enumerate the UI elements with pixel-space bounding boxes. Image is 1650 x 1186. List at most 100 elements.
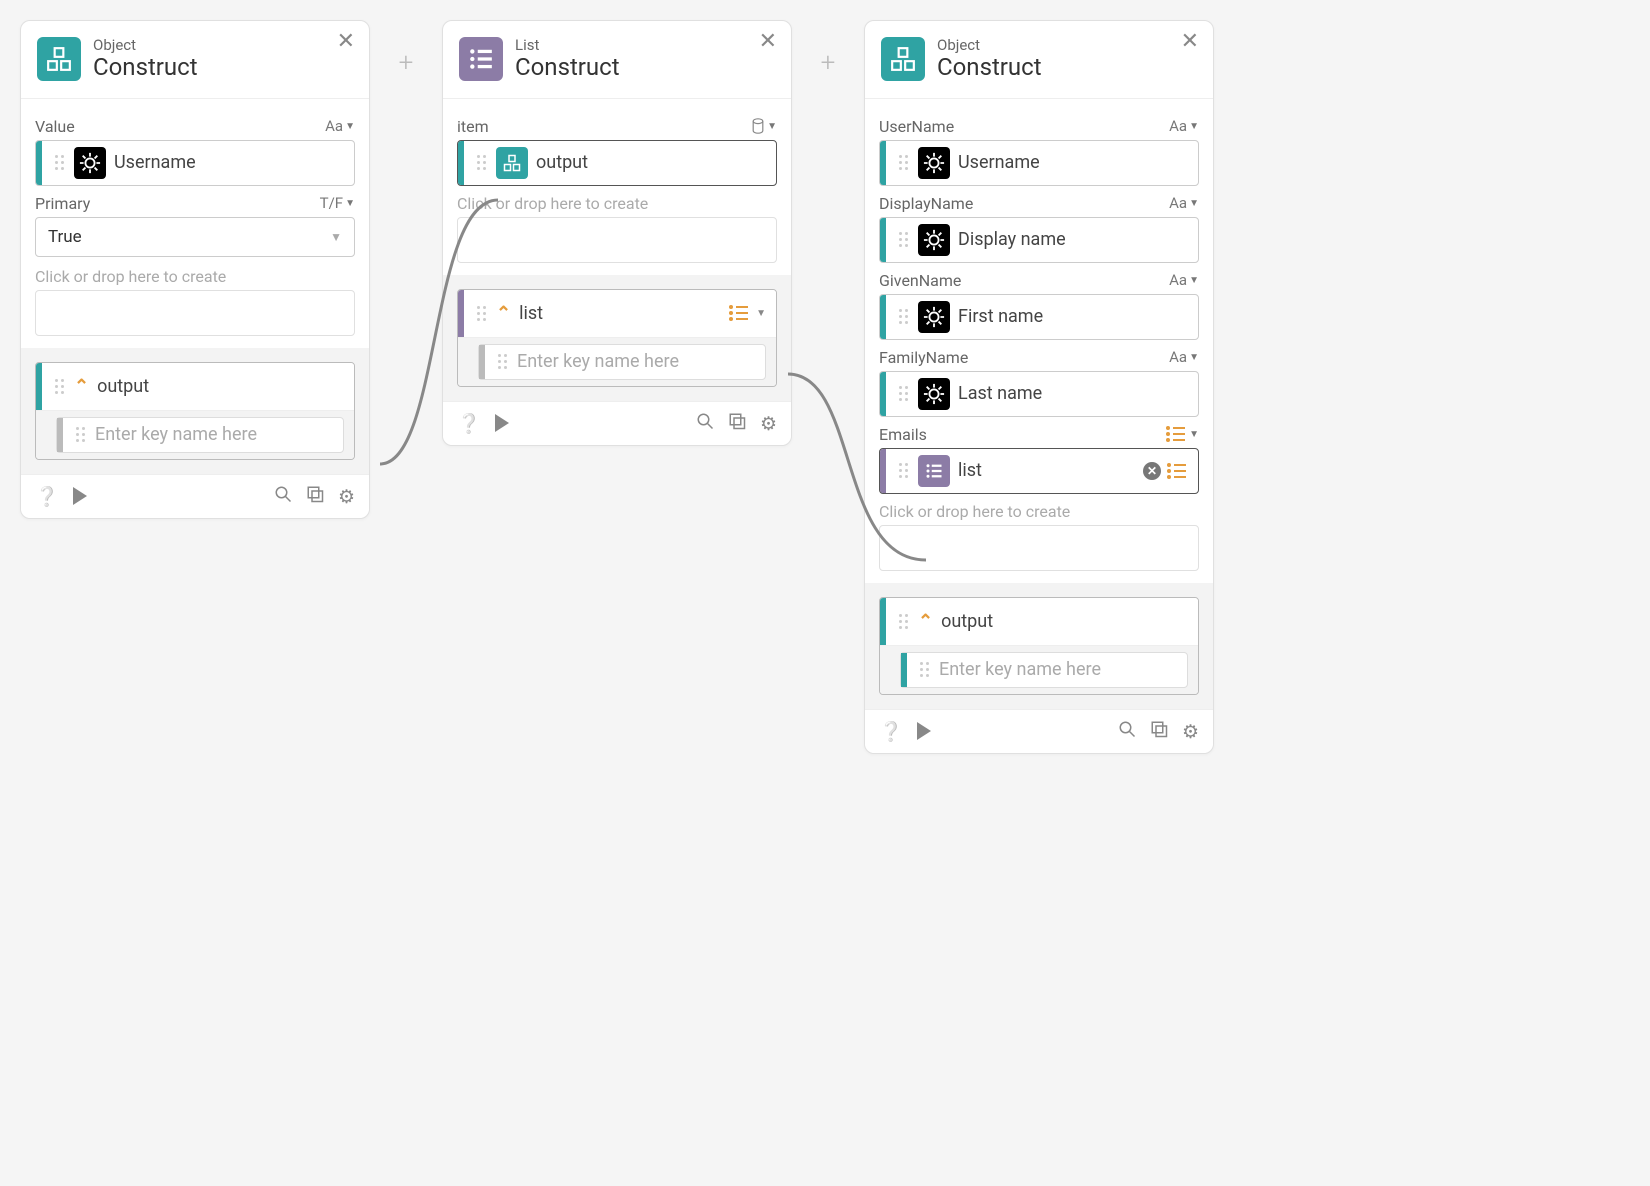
gear-spinner-icon (74, 147, 106, 179)
card-footer: ❔ ⚙ (21, 474, 369, 518)
field-type-badge[interactable]: Aa▼ (1169, 348, 1199, 366)
field-label: Emails (879, 425, 927, 444)
drag-handle-icon[interactable] (892, 295, 914, 339)
field-type-badge[interactable]: Aa▼ (325, 117, 355, 135)
card-object-construct-2: Object Construct ✕ UserName Aa▼ Username… (864, 20, 1214, 754)
drag-handle-icon[interactable] (48, 141, 70, 185)
help-icon[interactable]: ❔ (879, 720, 903, 743)
value-pill[interactable]: Username (35, 140, 355, 186)
help-icon[interactable]: ❔ (35, 485, 59, 508)
key-name-input[interactable]: Enter key name here (56, 417, 344, 453)
gear-spinner-icon (918, 378, 950, 410)
play-icon[interactable] (495, 414, 509, 432)
remove-icon[interactable]: ✕ (1143, 462, 1161, 480)
card-type-label: List (515, 37, 620, 54)
chevron-up-icon[interactable]: ⌃ (496, 303, 511, 324)
add-card-icon[interactable]: + (399, 48, 414, 78)
field-label: UserName (879, 117, 954, 136)
drag-handle-icon[interactable] (892, 598, 914, 645)
list-icon (459, 37, 503, 81)
card-footer: ❔ ⚙ (865, 709, 1213, 753)
close-icon[interactable]: ✕ (759, 31, 777, 53)
output-label: output (941, 611, 1198, 632)
object-icon (496, 147, 528, 179)
output-block: ⌃ output Enter key name here (35, 362, 355, 460)
copy-icon[interactable] (306, 485, 324, 508)
output-block: ⌃ list ▼ (457, 289, 777, 387)
card-header: List Construct ✕ (443, 21, 791, 99)
field-type-badge[interactable]: ▼ (1166, 426, 1199, 442)
drop-area[interactable] (457, 217, 777, 263)
database-icon (751, 118, 765, 134)
help-icon[interactable]: ❔ (457, 412, 481, 435)
familyname-pill[interactable]: Last name (879, 371, 1199, 417)
drag-handle-icon[interactable] (470, 141, 492, 185)
list-icon (918, 455, 950, 487)
connector-1 (370, 450, 500, 570)
field-label: GivenName (879, 271, 961, 290)
card-title: Construct (93, 54, 198, 82)
object-icon (881, 37, 925, 81)
search-icon[interactable] (274, 485, 292, 508)
output-block: ⌃ output Enter key name here (879, 597, 1199, 695)
output-key-row: Enter key name here (880, 646, 1198, 694)
output-row[interactable]: ⌃ list ▼ (458, 290, 776, 338)
copy-icon[interactable] (1150, 720, 1168, 743)
drag-handle-icon[interactable] (892, 218, 914, 262)
field-type-badge[interactable]: Aa▼ (1169, 271, 1199, 289)
displayname-pill[interactable]: Display name (879, 217, 1199, 263)
output-key-row: Enter key name here (36, 411, 354, 459)
emails-pill[interactable]: list ✕ (879, 448, 1199, 494)
pill-text: output (536, 152, 776, 173)
gear-icon[interactable]: ⚙ (760, 412, 777, 435)
copy-icon[interactable] (728, 412, 746, 435)
add-card-icon[interactable]: + (821, 48, 836, 78)
drag-handle-icon[interactable] (892, 372, 914, 416)
search-icon[interactable] (696, 412, 714, 435)
key-name-input[interactable]: Enter key name here (900, 652, 1188, 688)
output-row[interactable]: ⌃ output (880, 598, 1198, 646)
drag-handle-icon[interactable] (48, 363, 70, 410)
close-icon[interactable]: ✕ (1181, 31, 1199, 53)
field-label: Primary (35, 194, 90, 213)
item-pill[interactable]: output (457, 140, 777, 186)
search-icon[interactable] (1118, 720, 1136, 743)
chevron-up-icon[interactable]: ⌃ (74, 376, 89, 397)
list-type-icon (1167, 463, 1186, 479)
givenname-pill[interactable]: First name (879, 294, 1199, 340)
field-type-badge[interactable]: ▼ (751, 118, 777, 134)
gear-spinner-icon (918, 224, 950, 256)
field-type-badge[interactable]: Aa▼ (1169, 194, 1199, 212)
close-icon[interactable]: ✕ (337, 31, 355, 53)
drag-handle-icon[interactable] (892, 141, 914, 185)
play-icon[interactable] (917, 722, 931, 740)
drag-handle-icon[interactable] (892, 449, 914, 493)
username-pill[interactable]: Username (879, 140, 1199, 186)
field-type-badge[interactable]: T/F▼ (320, 194, 355, 212)
drop-hint: Click or drop here to create (457, 194, 777, 213)
gear-icon[interactable]: ⚙ (338, 485, 355, 508)
card-list-construct: List Construct ✕ item ▼ output Click or … (442, 20, 792, 446)
card-footer: ❔ ⚙ (443, 401, 791, 445)
chevron-up-icon[interactable]: ⌃ (918, 611, 933, 632)
output-row[interactable]: ⌃ output (36, 363, 354, 411)
drop-area[interactable] (879, 525, 1199, 571)
output-label: output (97, 376, 354, 397)
select-true-false[interactable]: True ▼ (35, 217, 355, 257)
drop-hint: Click or drop here to create (879, 502, 1199, 521)
object-icon (37, 37, 81, 81)
pill-sidebar (36, 141, 42, 185)
drop-hint: Click or drop here to create (35, 267, 355, 286)
card-object-construct-1: Object Construct ✕ Value Aa▼ Username Pr… (20, 20, 370, 519)
drop-area[interactable] (35, 290, 355, 336)
play-icon[interactable] (73, 487, 87, 505)
gear-icon[interactable]: ⚙ (1182, 720, 1199, 743)
drag-handle-icon[interactable] (470, 290, 492, 337)
key-name-input[interactable]: Enter key name here (478, 344, 766, 380)
card-title: Construct (937, 54, 1042, 82)
card-title: Construct (515, 54, 620, 82)
output-key-row: Enter key name here (458, 338, 776, 386)
card-header: Object Construct ✕ (865, 21, 1213, 99)
workflow-canvas: Object Construct ✕ Value Aa▼ Username Pr… (20, 20, 1630, 754)
field-type-badge[interactable]: Aa▼ (1169, 117, 1199, 135)
